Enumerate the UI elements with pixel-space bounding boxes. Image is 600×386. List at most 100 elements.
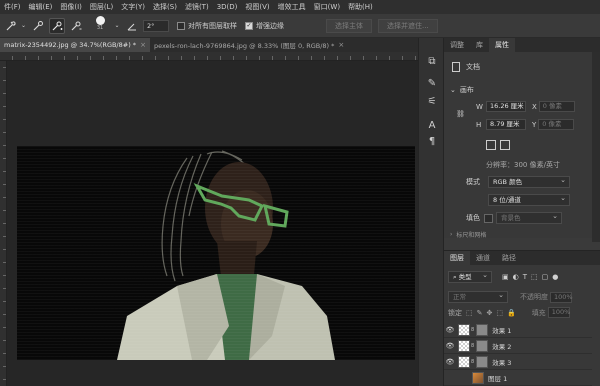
lock-label: 锁定: [448, 308, 462, 317]
canvas-section-header[interactable]: ⌄ 画布: [450, 85, 474, 95]
brush-settings-icon[interactable]: ✎: [425, 76, 439, 90]
layer-row[interactable]: 👁 8 效果 3: [444, 354, 592, 370]
menu-file[interactable]: 件(F): [0, 2, 25, 12]
menu-image[interactable]: 图像(I): [56, 2, 86, 12]
mode-dropdown[interactable]: RGB 颜色: [488, 175, 570, 188]
tab-properties[interactable]: 属性: [489, 38, 515, 52]
menu-plugins[interactable]: 增效工具: [274, 2, 310, 12]
y-field[interactable]: 0 像素: [538, 119, 575, 130]
fill-swatch[interactable]: [484, 213, 493, 223]
menu-select[interactable]: 选择(S): [149, 2, 181, 12]
angle-icon: [124, 18, 140, 34]
select-subject-button[interactable]: 选择主体: [326, 18, 372, 33]
opacity-label: 不透明度: [520, 293, 548, 301]
fill-label: 填充: [531, 308, 546, 317]
eye-icon[interactable]: 👁: [444, 358, 456, 366]
brush-size: 31: [96, 24, 104, 31]
enhance-edge-checkbox[interactable]: ✓: [245, 21, 253, 30]
layer-row[interactable]: 图层 1: [444, 370, 592, 386]
tab-layers[interactable]: 图层: [444, 251, 470, 265]
character-icon[interactable]: A: [425, 118, 439, 132]
layer-name[interactable]: 图层 1: [488, 373, 507, 383]
new-selection-icon[interactable]: [30, 18, 46, 34]
layer-row[interactable]: 👁 8 效果 2: [444, 338, 592, 354]
sample-all-layers-checkbox[interactable]: [177, 21, 185, 30]
ruler-tick: [142, 56, 143, 60]
layer-name[interactable]: 效果 3: [492, 357, 511, 367]
add-to-selection-icon[interactable]: [49, 17, 65, 34]
angle-field[interactable]: 2°: [143, 19, 169, 32]
menu-window[interactable]: 窗口(W): [310, 2, 344, 12]
properties-scrollbar[interactable]: [592, 52, 600, 242]
menu-help[interactable]: 帮助(H): [344, 2, 377, 12]
fill-dropdown[interactable]: 背景色: [496, 211, 562, 224]
adjust-sliders-icon[interactable]: ⚟: [425, 94, 439, 108]
tool-preset-chevron-icon[interactable]: ⌄: [20, 18, 27, 34]
rulers-grid-section[interactable]: › 标尺和网格: [450, 230, 486, 239]
depth-dropdown[interactable]: 8 位/通道: [488, 193, 570, 206]
link-icon: 8: [471, 358, 475, 365]
menu-edit[interactable]: 编辑(E): [25, 2, 57, 12]
landscape-icon[interactable]: [500, 140, 510, 150]
close-icon[interactable]: ×: [140, 41, 146, 49]
x-field[interactable]: 0 像素: [538, 101, 575, 112]
quick-select-tool-icon[interactable]: [3, 18, 19, 34]
ruler-tick: [194, 56, 195, 60]
layer-mask[interactable]: [476, 355, 489, 368]
tab-paths[interactable]: 路径: [496, 251, 522, 265]
eye-icon[interactable]: 👁: [444, 326, 456, 334]
portrait-icon[interactable]: [486, 140, 496, 150]
ruler-tick: [103, 56, 104, 60]
document-tabs: matrix-2354492.jpg @ 34.7%(RGB/8#) * × p…: [0, 38, 418, 52]
layer-filter-icons[interactable]: ▣◐T⬚▢●: [502, 273, 562, 281]
ruler-tick: [3, 197, 6, 198]
properties-tabs: 调整 库 属性: [444, 38, 600, 52]
tab-library[interactable]: 库: [470, 38, 489, 52]
brush-chevron-icon[interactable]: ⌄: [113, 18, 121, 34]
canvas-area[interactable]: [0, 52, 418, 386]
layer-filter-dropdown[interactable]: ⌕ 类型: [448, 270, 492, 283]
menu-filter[interactable]: 滤镜(T): [181, 2, 213, 12]
opacity-field[interactable]: 100%: [550, 291, 573, 303]
collapse-icon[interactable]: ›: [450, 231, 452, 238]
tab-pexels[interactable]: pexels-ron-lach-9769864.jpg @ 8.33% (图层 …: [150, 38, 348, 52]
history-icon[interactable]: ⧉: [425, 54, 439, 68]
eye-icon[interactable]: 👁: [444, 342, 456, 350]
tab-adjustments[interactable]: 调整: [444, 38, 470, 52]
menu-layer[interactable]: 图层(L): [86, 2, 117, 12]
ruler-tick: [298, 56, 299, 60]
width-field[interactable]: 16.26 厘米: [486, 101, 526, 112]
paragraph-icon[interactable]: ¶: [425, 134, 439, 148]
layer-mask[interactable]: [476, 323, 489, 336]
menu-type[interactable]: 文字(Y): [117, 2, 149, 12]
lock-row: 锁定 ⬚✎✥⬚🔒 填充 100%: [448, 307, 570, 318]
close-icon[interactable]: ×: [338, 41, 344, 49]
ruler-tick: [25, 56, 26, 60]
pasteboard[interactable]: [7, 61, 418, 386]
fill-field[interactable]: 100%: [547, 307, 570, 318]
height-field[interactable]: 8.79 厘米: [486, 119, 526, 130]
document-icon: [452, 62, 460, 72]
select-and-mask-button[interactable]: 选择并遮住...: [378, 18, 438, 33]
brush-picker[interactable]: 31: [90, 15, 110, 36]
ruler-tick: [389, 56, 390, 60]
link-dimensions-icon[interactable]: ⛓: [456, 110, 465, 118]
lock-icons[interactable]: ⬚✎✥⬚🔒: [466, 309, 520, 317]
ruler-tick: [246, 56, 247, 60]
tab-channels[interactable]: 通道: [470, 251, 496, 265]
document-canvas[interactable]: [17, 146, 415, 360]
layer-name[interactable]: 效果 2: [492, 341, 511, 351]
layer-mask[interactable]: [476, 339, 489, 352]
blend-mode-dropdown[interactable]: 正常: [448, 290, 508, 303]
rulers-grid-label: 标尺和网格: [456, 232, 487, 239]
subtract-from-selection-icon[interactable]: [68, 18, 84, 34]
layer-row[interactable]: 👁 8 效果 1: [444, 322, 592, 338]
menu-3d[interactable]: 3D(D): [213, 3, 242, 11]
collapse-icon[interactable]: ⌄: [450, 86, 456, 94]
layer-thumbnail: [458, 323, 470, 336]
ruler-tick: [3, 80, 6, 81]
layer-name[interactable]: 效果 1: [492, 325, 511, 335]
menu-view[interactable]: 视图(V): [241, 2, 273, 12]
tab-matrix[interactable]: matrix-2354492.jpg @ 34.7%(RGB/8#) * ×: [0, 38, 150, 52]
resolution-text: 分辨率：300 像素/英寸: [486, 161, 560, 169]
